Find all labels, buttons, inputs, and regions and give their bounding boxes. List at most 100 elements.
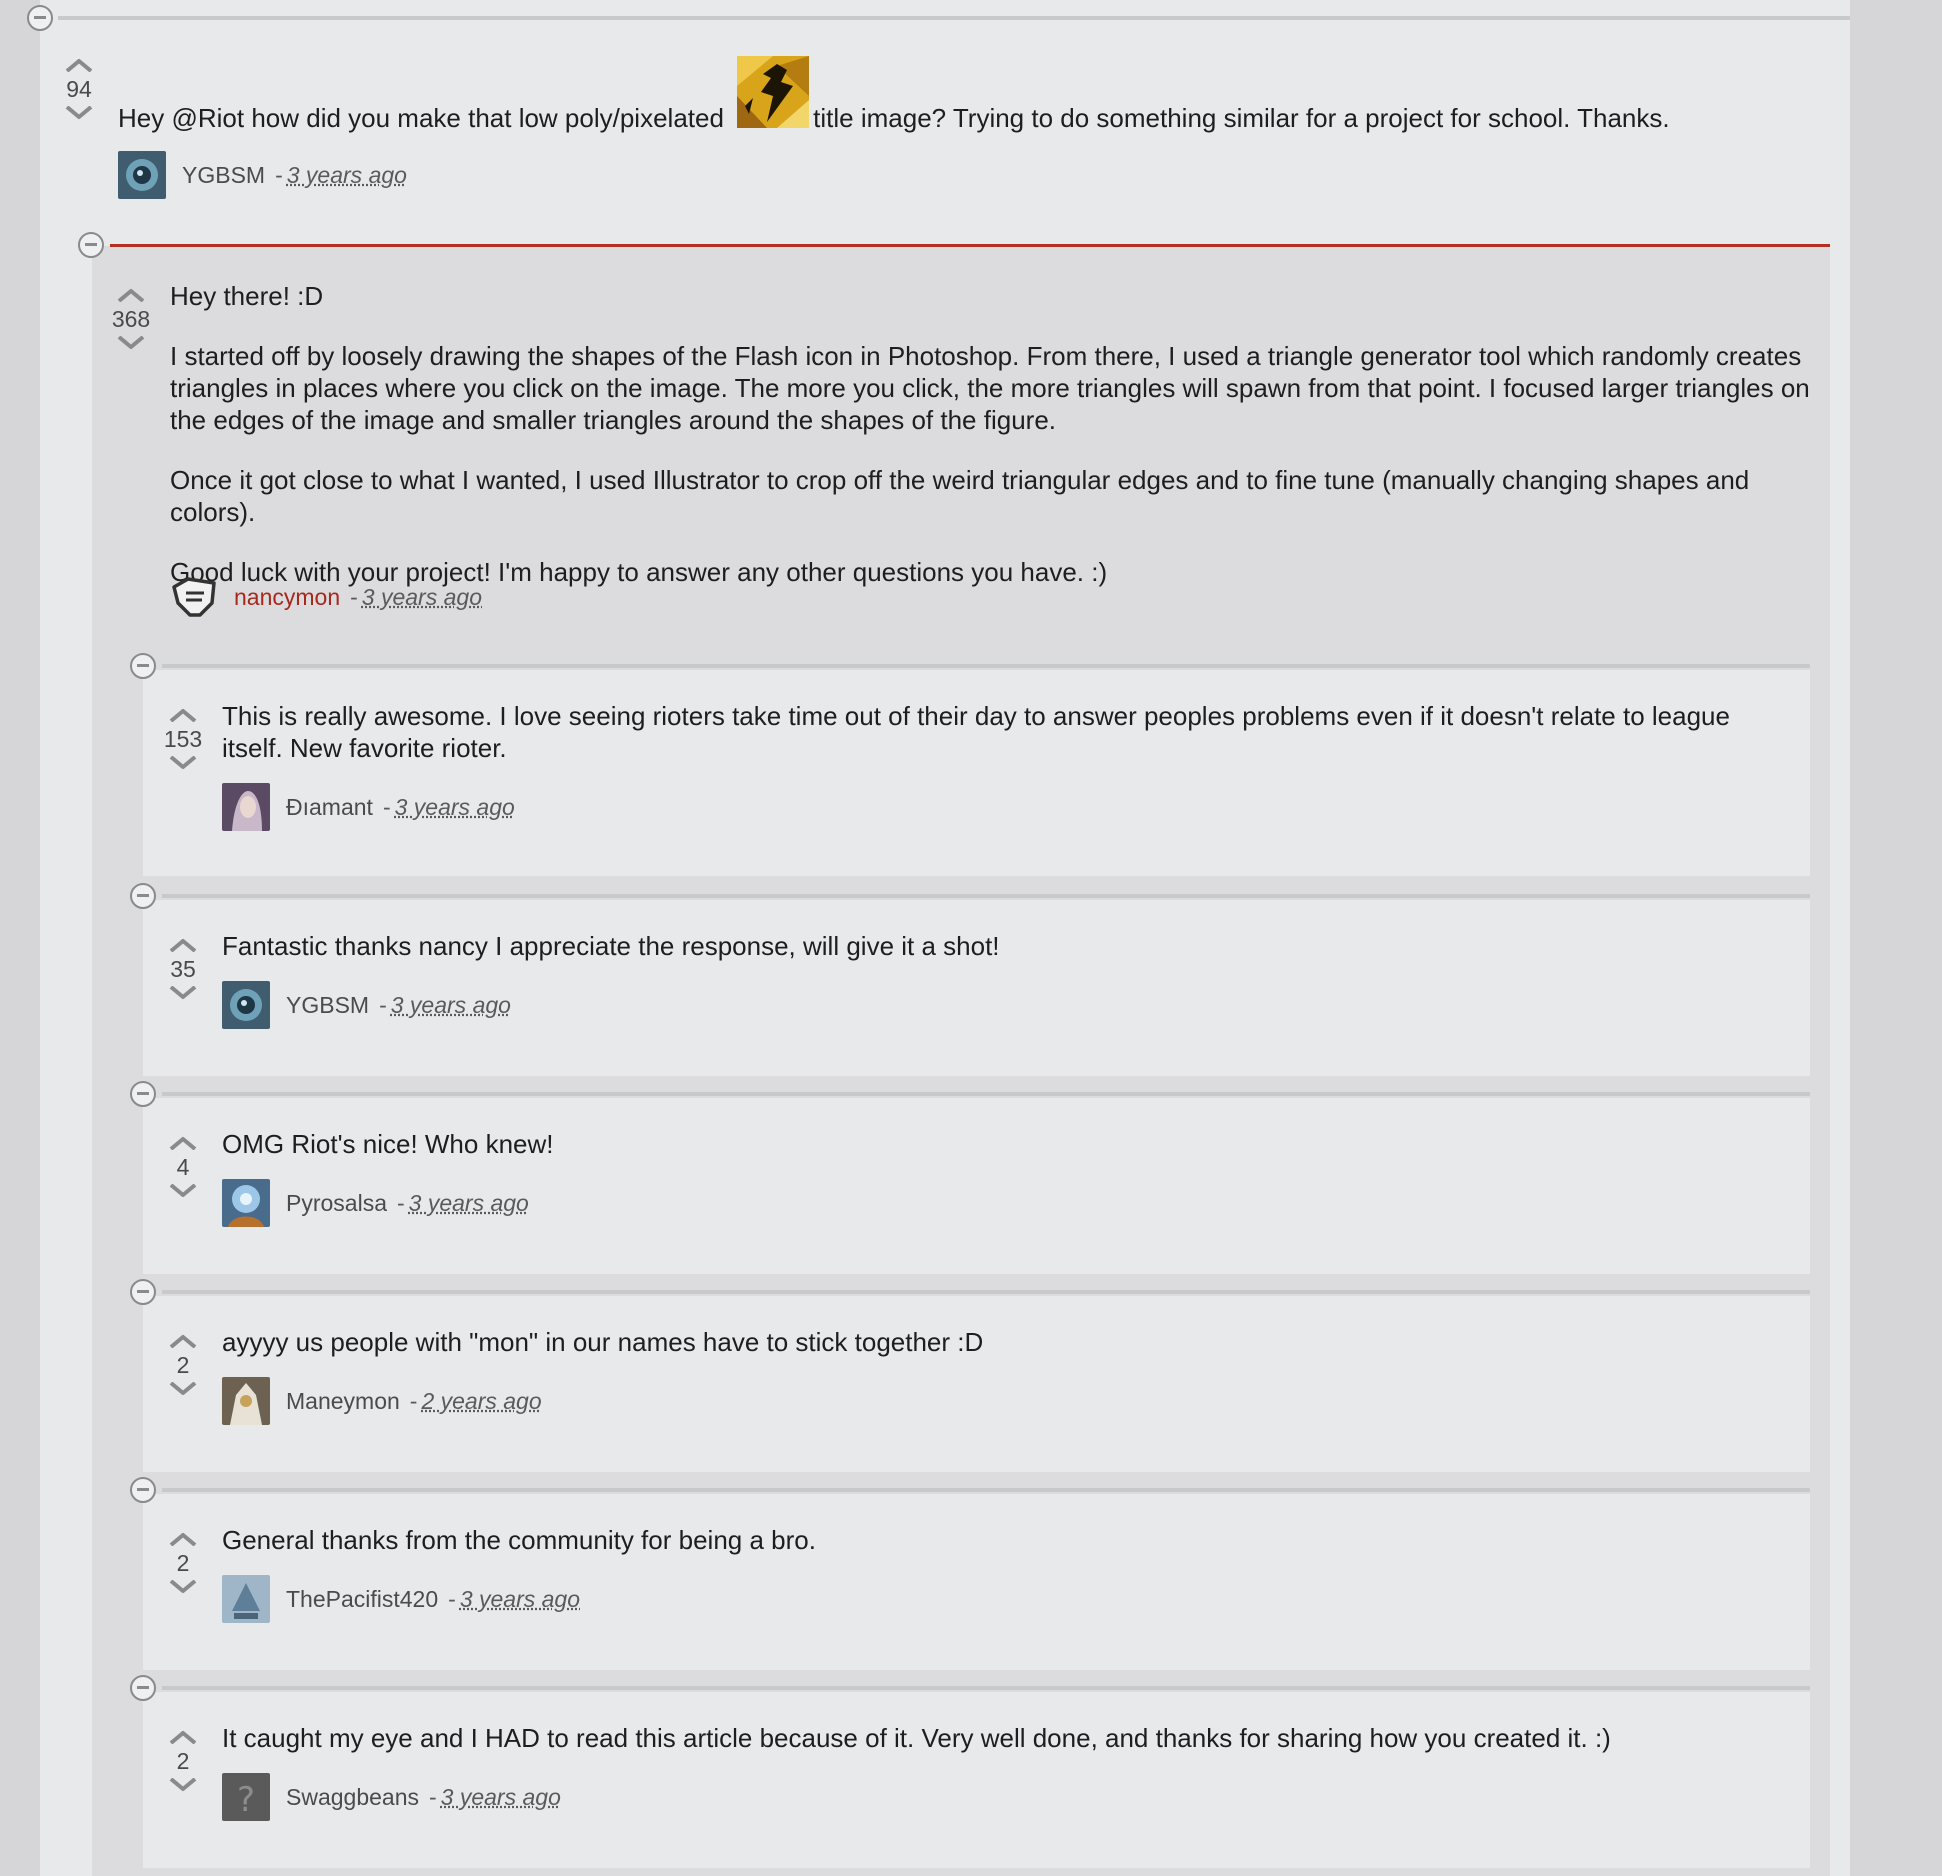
vote-count: 4: [176, 1154, 190, 1180]
reply-text: General thanks from the community for be…: [222, 1525, 816, 1555]
comment-meta: ? Swaggbeans -3 years ago: [222, 1772, 561, 1822]
vote-widget: 2: [153, 1334, 213, 1396]
reply-text: ayyyy us people with "mon" in our names …: [222, 1327, 984, 1357]
chevron-up-icon[interactable]: [169, 1730, 197, 1744]
comment-body: Hey @Riot how did you make that low poly…: [118, 56, 1818, 133]
thread-divider: [58, 16, 1850, 20]
separator: -: [382, 793, 391, 820]
vote-count: 368: [111, 306, 151, 332]
chevron-down-icon[interactable]: [169, 1184, 197, 1198]
collapse-icon[interactable]: [130, 653, 156, 679]
chevron-down-icon[interactable]: [169, 1382, 197, 1396]
comment-paragraph: Once it got close to what I wanted, I us…: [170, 465, 1750, 527]
chevron-down-icon[interactable]: [169, 1778, 197, 1792]
collapse-icon[interactable]: [130, 883, 156, 909]
username[interactable]: YGBSM: [286, 992, 369, 1019]
riot-fist-icon[interactable]: [170, 573, 218, 621]
vote-count: 2: [176, 1748, 190, 1774]
timestamp[interactable]: 3 years ago: [395, 794, 515, 821]
comment-meta: YGBSM -3 years ago: [222, 980, 511, 1030]
thread-divider: [162, 1290, 1810, 1294]
chevron-up-icon[interactable]: [169, 1334, 197, 1348]
vote-count: 153: [163, 726, 203, 752]
chevron-up-icon[interactable]: [117, 288, 145, 302]
separator: -: [429, 1783, 437, 1810]
thread-divider: [162, 1488, 1810, 1492]
reply-text: It caught my eye and I HAD to read this …: [222, 1723, 1611, 1753]
chevron-up-icon[interactable]: [169, 1532, 197, 1546]
thread-divider: [162, 664, 1810, 668]
username[interactable]: ThePacifist420: [286, 1586, 438, 1613]
vote-count: 2: [176, 1352, 190, 1378]
collapse-icon[interactable]: [27, 5, 53, 31]
avatar[interactable]: [222, 1575, 270, 1623]
separator: -: [409, 1387, 418, 1414]
username[interactable]: nancymon: [234, 584, 340, 611]
riot-divider: [110, 244, 1830, 247]
timestamp[interactable]: 3 years ago: [460, 1586, 580, 1613]
username[interactable]: Swaggbeans: [286, 1784, 419, 1811]
comment-paragraph: I started off by loosely drawing the sha…: [170, 341, 1810, 435]
comment-text: title image? Trying to do something simi…: [813, 103, 1670, 133]
chevron-down-icon[interactable]: [169, 1580, 197, 1594]
chevron-up-icon[interactable]: [169, 1136, 197, 1150]
chevron-down-icon[interactable]: [169, 756, 197, 770]
collapse-icon[interactable]: [130, 1279, 156, 1305]
thread-divider: [162, 1686, 1810, 1690]
chevron-up-icon[interactable]: [65, 58, 93, 72]
comment-text: Hey @Riot how did you make that low poly…: [118, 103, 724, 133]
vote-widget: 368: [101, 288, 161, 350]
separator: -: [275, 161, 283, 188]
timestamp[interactable]: 3 years ago: [409, 1190, 529, 1217]
reply-text: Fantastic thanks nancy I appreciate the …: [222, 931, 1000, 961]
vote-count: 2: [176, 1550, 190, 1576]
thread-divider: [162, 894, 1810, 898]
avatar[interactable]: [222, 1179, 270, 1227]
vote-widget: 2: [153, 1532, 213, 1594]
flash-image-icon: [737, 56, 810, 128]
vote-widget: 2: [153, 1730, 213, 1792]
avatar[interactable]: [222, 783, 270, 831]
chevron-up-icon[interactable]: [169, 938, 197, 952]
comment-meta: ThePacifist420-3 years ago: [222, 1574, 580, 1624]
collapse-icon[interactable]: [130, 1081, 156, 1107]
comment-meta: Đıamant -3 years ago: [222, 782, 515, 832]
timestamp[interactable]: 2 years ago: [421, 1388, 541, 1415]
vote-widget: 94: [49, 58, 109, 120]
username[interactable]: Pyrosalsa: [286, 1190, 387, 1217]
chevron-down-icon[interactable]: [65, 106, 93, 120]
chevron-down-icon[interactable]: [117, 336, 145, 350]
vote-widget: 153: [153, 708, 213, 770]
comment-body: Hey there! :D I started off by loosely d…: [170, 280, 1810, 616]
comment-meta: Pyrosalsa -3 years ago: [222, 1178, 529, 1228]
username[interactable]: Đıamant: [286, 794, 373, 821]
timestamp[interactable]: 3 years ago: [362, 584, 482, 611]
vote-widget: 35: [153, 938, 213, 1000]
comment-paragraph: Hey there! :D: [170, 281, 324, 311]
avatar[interactable]: [222, 1377, 270, 1425]
separator: -: [379, 991, 387, 1018]
comment-meta: nancymon - 3 years ago: [170, 572, 482, 622]
collapse-icon[interactable]: [130, 1675, 156, 1701]
collapse-icon[interactable]: [130, 1477, 156, 1503]
vote-count: 94: [66, 76, 92, 102]
reply-text: OMG Riot's nice! Who knew!: [222, 1129, 554, 1159]
comment-meta: Maneymon -2 years ago: [222, 1376, 542, 1426]
chevron-up-icon[interactable]: [169, 708, 197, 722]
chevron-down-icon[interactable]: [169, 986, 197, 1000]
timestamp[interactable]: 3 years ago: [391, 992, 511, 1019]
separator: -: [350, 583, 358, 610]
avatar[interactable]: [118, 151, 166, 199]
avatar[interactable]: [222, 981, 270, 1029]
separator: -: [448, 1585, 456, 1612]
username[interactable]: YGBSM: [182, 162, 265, 189]
thread-divider: [162, 1092, 1810, 1096]
svg-text:?: ?: [237, 1780, 255, 1820]
collapse-icon[interactable]: [78, 232, 104, 258]
username[interactable]: Maneymon: [286, 1388, 400, 1415]
question-mark-icon[interactable]: ?: [222, 1773, 270, 1821]
vote-count: 35: [170, 956, 196, 982]
timestamp[interactable]: 3 years ago: [441, 1784, 561, 1811]
comment-meta: YGBSM - 3 years ago: [118, 150, 407, 200]
timestamp[interactable]: 3 years ago: [287, 162, 407, 189]
